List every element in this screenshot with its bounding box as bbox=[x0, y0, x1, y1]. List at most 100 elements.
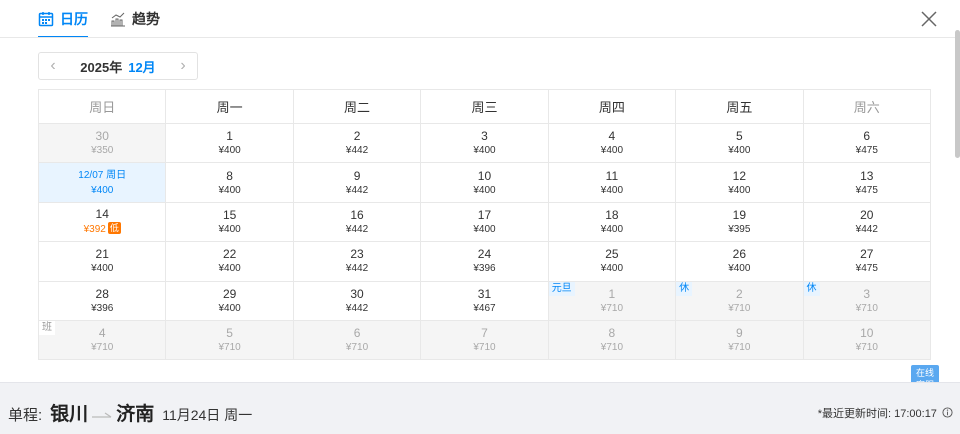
calendar-day-cell[interactable]: 19 ¥395 bbox=[675, 201, 804, 243]
day-price: ¥400 bbox=[218, 145, 241, 157]
day-price: ¥710 bbox=[600, 302, 624, 314]
day-number: 17 bbox=[477, 207, 492, 222]
day-price-row: ¥442 bbox=[294, 262, 420, 275]
calendar-day-cell[interactable]: 26 ¥400 bbox=[675, 241, 804, 282]
day-number: 13 bbox=[860, 168, 874, 183]
calendar-day-cell[interactable]: 5 ¥710 bbox=[165, 319, 294, 361]
day-number: 22 bbox=[222, 247, 237, 262]
day-price: ¥710 bbox=[473, 342, 496, 354]
calendar-day-cell[interactable]: 18 ¥400 bbox=[547, 201, 677, 243]
calendar-day-cell[interactable]: 13 ¥475 bbox=[802, 162, 932, 203]
tab-trend[interactable]: 趋势 bbox=[110, 0, 160, 38]
calendar-day-cell[interactable]: 5 ¥400 bbox=[675, 122, 804, 164]
calendar-day-cell[interactable]: 21 ¥400 bbox=[37, 241, 167, 282]
day-price-row: ¥710 bbox=[549, 302, 675, 315]
next-month-icon[interactable]: › bbox=[169, 53, 197, 79]
day-number: 1 bbox=[226, 129, 233, 144]
calendar-day-cell[interactable]: 30 ¥442 bbox=[292, 280, 422, 321]
calendar-day-cell[interactable]: 休 3 ¥710 bbox=[802, 280, 932, 321]
tab-calendar[interactable]: 日历 bbox=[38, 0, 88, 38]
trip-type: 单程: bbox=[8, 407, 43, 424]
day-price: ¥395 bbox=[728, 223, 751, 235]
calendar-day-cell[interactable]: 8 ¥400 bbox=[165, 162, 294, 203]
last-updated: *最近更新时间: 17:00:17 bbox=[818, 405, 953, 421]
calendar-day-cell[interactable]: 1 ¥400 bbox=[165, 122, 294, 164]
day-price: ¥400 bbox=[218, 184, 241, 196]
calendar-week-row: 班 4 ¥710 5 ¥710 6 ¥710 7 ¥710 8 ¥710 9 ¥710 10 ¥710 bbox=[37, 319, 932, 361]
to-city: 济南 bbox=[116, 404, 155, 425]
trend-chart-icon bbox=[111, 12, 125, 27]
day-price: ¥475 bbox=[855, 184, 878, 196]
calendar-day-cell[interactable]: 11 ¥400 bbox=[547, 162, 677, 203]
scrollbar[interactable] bbox=[955, 30, 960, 158]
day-price-row: ¥475 bbox=[804, 262, 930, 275]
calendar-day-cell[interactable]: 15 ¥400 bbox=[165, 201, 294, 243]
trip-summary-bar: 单程: 银川 济南 11月24日 周一 *最近更新时间: 17:00:17 bbox=[0, 382, 960, 434]
weekday-fri: 周五 bbox=[675, 89, 804, 124]
day-number: 10 bbox=[477, 168, 492, 183]
calendar-day-cell[interactable]: 班 4 ¥710 bbox=[37, 319, 167, 361]
day-number: 10 bbox=[860, 326, 874, 341]
year-label: 2025年 bbox=[80, 59, 123, 75]
day-price-row: ¥400 bbox=[549, 223, 675, 236]
calendar-day-cell[interactable]: 2 ¥442 bbox=[292, 122, 422, 164]
day-number: 27 bbox=[860, 247, 874, 262]
calendar-day-cell[interactable]: 20 ¥442 bbox=[802, 201, 932, 243]
day-price-row: ¥710 bbox=[549, 341, 675, 354]
day-price-row: ¥710 bbox=[166, 341, 292, 354]
calendar-day-cell[interactable]: 7 ¥710 bbox=[420, 319, 549, 361]
day-price-row: ¥400 bbox=[166, 144, 292, 157]
calendar-day-cell[interactable]: 10 ¥400 bbox=[420, 162, 549, 203]
calendar-day-cell[interactable]: 9 ¥710 bbox=[675, 319, 804, 361]
calendar-day-cell[interactable]: 6 ¥475 bbox=[802, 122, 932, 164]
day-number: 3 bbox=[481, 129, 488, 144]
tab-calendar-label: 日历 bbox=[60, 11, 88, 27]
calendar-day-cell[interactable]: 17 ¥400 bbox=[420, 201, 549, 243]
calendar-day-cell[interactable]: 25 ¥400 bbox=[547, 241, 677, 282]
day-price: ¥467 bbox=[473, 302, 496, 314]
calendar-day-cell[interactable]: 14 ¥392 低 bbox=[37, 201, 167, 243]
calendar-day-cell[interactable]: 24 ¥396 bbox=[420, 241, 549, 282]
calendar-day-cell[interactable]: 28 ¥396 bbox=[37, 280, 167, 321]
calendar-day-cell[interactable]: 6 ¥710 bbox=[292, 319, 422, 361]
day-price-row: ¥392 低 bbox=[39, 222, 165, 236]
day-price: ¥710 bbox=[855, 302, 878, 314]
day-number: 19 bbox=[732, 207, 746, 222]
view-tabs: 日历 趋势 bbox=[38, 0, 182, 38]
day-price: ¥710 bbox=[728, 302, 751, 314]
calendar-day-cell[interactable]: 29 ¥400 bbox=[165, 280, 294, 321]
calendar-day-cell[interactable]: 12/07 周日 ¥400 bbox=[37, 162, 167, 203]
calendar-day-cell[interactable]: 3 ¥400 bbox=[420, 122, 549, 164]
day-number: 4 bbox=[608, 129, 616, 144]
calendar-day-cell[interactable]: 31 ¥467 bbox=[420, 280, 549, 321]
day-number: 30 bbox=[95, 129, 109, 144]
day-price-row: ¥475 bbox=[804, 184, 930, 197]
info-icon[interactable] bbox=[942, 407, 953, 418]
month-value[interactable]: 12月 bbox=[128, 60, 155, 75]
departure-date: 11月24日 周一 bbox=[162, 407, 253, 423]
calendar-day-cell[interactable]: 9 ¥442 bbox=[292, 162, 422, 203]
calendar-day-cell[interactable]: 元旦 1 ¥710 bbox=[547, 280, 677, 321]
calendar-day-cell[interactable]: 16 ¥442 bbox=[292, 201, 422, 243]
day-number: 2 bbox=[353, 129, 361, 144]
calendar-day-cell[interactable]: 8 ¥710 bbox=[547, 319, 677, 361]
calendar-day-cell[interactable]: 12 ¥400 bbox=[675, 162, 804, 203]
calendar-day-cell[interactable]: 4 ¥400 bbox=[547, 122, 677, 164]
calendar-day-cell[interactable]: 休 2 ¥710 bbox=[675, 280, 804, 321]
day-price-row: ¥710 bbox=[676, 302, 802, 315]
day-price: ¥400 bbox=[728, 184, 751, 196]
calendar-day-cell[interactable]: 22 ¥400 bbox=[165, 241, 294, 282]
day-price: ¥400 bbox=[473, 145, 496, 157]
day-price-row: ¥350 bbox=[39, 144, 165, 157]
close-icon[interactable] bbox=[919, 9, 939, 29]
calendar-icon bbox=[38, 12, 54, 27]
day-price: ¥710 bbox=[91, 342, 114, 354]
prev-month-icon[interactable]: ‹ bbox=[39, 53, 67, 79]
day-price: ¥400 bbox=[600, 263, 624, 275]
last-updated-text: *最近更新时间: 17:00:17 bbox=[817, 408, 937, 420]
calendar-day-cell[interactable]: 30 ¥350 bbox=[37, 122, 167, 164]
calendar-day-cell[interactable]: 23 ¥442 bbox=[292, 241, 422, 282]
calendar-day-cell[interactable]: 10 ¥710 bbox=[802, 319, 932, 361]
calendar-day-cell[interactable]: 27 ¥475 bbox=[802, 241, 932, 282]
day-number: 21 bbox=[95, 247, 109, 262]
